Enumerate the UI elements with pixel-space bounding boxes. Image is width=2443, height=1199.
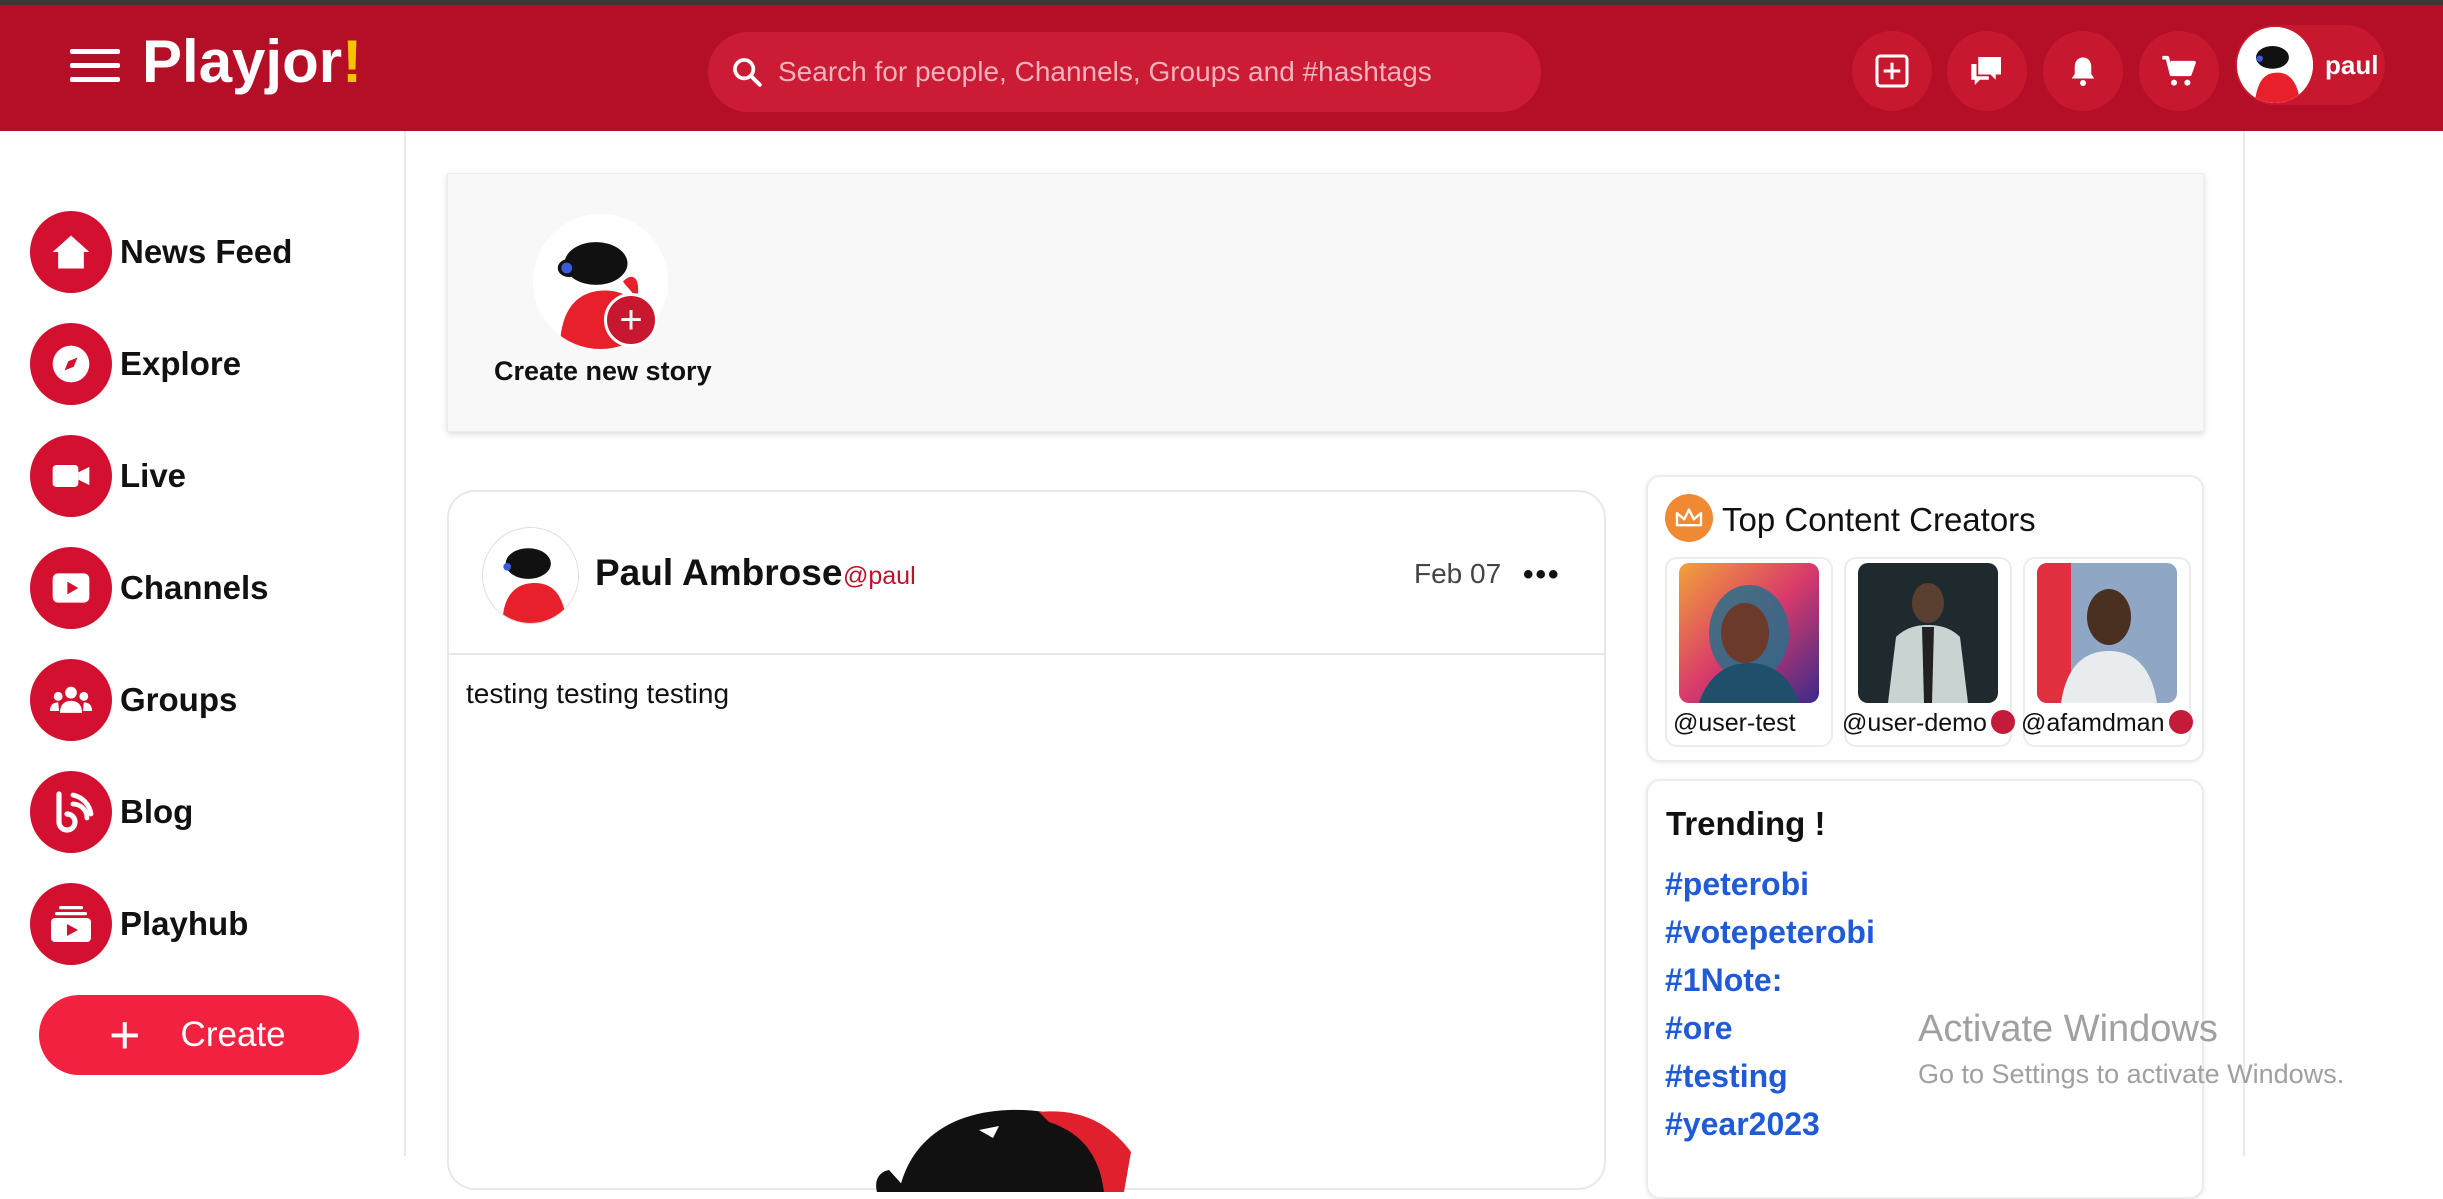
creator-card-user-test[interactable]: @user-test xyxy=(1665,557,1833,747)
sidebar-item-label: Channels xyxy=(120,569,269,606)
right-divider xyxy=(2243,131,2245,1156)
creator-photo xyxy=(1679,563,1819,703)
profile-menu[interactable]: paul xyxy=(2235,25,2385,105)
users-icon xyxy=(49,686,93,713)
panther-avatar-icon xyxy=(483,528,578,623)
plus-square-icon xyxy=(1875,54,1909,88)
sidebar-item-news-feed[interactable]: News Feed xyxy=(30,211,292,293)
avatar[interactable] xyxy=(482,527,579,624)
home-icon xyxy=(52,235,90,269)
sidebar-item-label: Live xyxy=(120,457,187,494)
blog-icon xyxy=(56,791,94,833)
creators-title: Top Content Creators xyxy=(1722,501,2036,538)
creator-handle: @user-test xyxy=(1673,709,1796,737)
creator-card-afamdman[interactable]: @afamdman xyxy=(2021,557,2193,747)
post-header: Paul Ambrose @paul Feb 07 ••• xyxy=(449,492,1604,655)
trending-tag[interactable]: #1Note: xyxy=(1665,962,1782,999)
create-story-label: Create new story xyxy=(494,356,712,386)
cart-button[interactable] xyxy=(2139,31,2219,111)
trending-tag[interactable]: #testing xyxy=(1665,1058,1788,1095)
username-label: paul xyxy=(2325,49,2379,80)
plus-icon: + xyxy=(619,298,643,342)
create-button[interactable]: + Create xyxy=(39,995,359,1075)
cart-icon xyxy=(2162,55,2196,86)
app-logo[interactable]: Playjor! xyxy=(142,27,362,97)
bell-icon xyxy=(2071,57,2095,86)
trending-tag[interactable]: #votepeterobi xyxy=(1665,914,1875,951)
sidebar-item-label: Explore xyxy=(120,345,242,382)
post-text: testing testing testing xyxy=(466,678,730,709)
creator-card-user-demo[interactable]: @user-demo xyxy=(1842,557,2015,747)
trending-tag[interactable]: #year2023 xyxy=(1665,1106,1820,1143)
create-post-button[interactable] xyxy=(1852,31,1932,111)
post-author[interactable]: Paul Ambrose xyxy=(595,552,842,594)
compass-icon xyxy=(52,345,90,383)
post-handle[interactable]: @paul xyxy=(843,562,916,591)
windows-activation-watermark: Activate Windows Go to Settings to activ… xyxy=(1918,1008,2344,1090)
creator-photo xyxy=(1858,563,1998,703)
trending-tag[interactable]: #ore xyxy=(1665,1010,1733,1047)
post-date: Feb 07 xyxy=(1414,558,1502,589)
sidebar-item-playhub[interactable]: Playhub xyxy=(30,883,248,965)
video-icon xyxy=(52,465,90,487)
trending-title: Trending ! xyxy=(1666,805,1826,842)
panther-avatar-icon xyxy=(2237,27,2313,103)
sidebar-item-live[interactable]: Live xyxy=(30,435,186,517)
trending-card: Trending ! #peterobi #votepeterobi #1Not… xyxy=(1646,779,2204,1199)
verified-badge-icon xyxy=(1990,710,2015,735)
sidebar-item-label: Groups xyxy=(120,681,238,718)
playhub-icon xyxy=(51,906,91,942)
plus-icon: + xyxy=(109,1005,141,1065)
sidebar-item-label: News Feed xyxy=(120,233,293,270)
menu-icon[interactable] xyxy=(70,47,120,83)
creator-photo xyxy=(2037,563,2177,703)
creator-handle: @user-demo xyxy=(1842,709,1987,737)
sidebar-item-label: Playhub xyxy=(120,905,249,942)
top-creators-card: Top Content Creators @user-test @user-de… xyxy=(1646,475,2204,762)
watermark-title: Activate Windows xyxy=(1918,1008,2218,1050)
crown-icon xyxy=(1665,494,1713,542)
stories-bar: + Create new story xyxy=(447,173,2204,432)
avatar xyxy=(2237,27,2313,103)
sidebar-item-blog[interactable]: Blog xyxy=(30,771,193,853)
chat-icon xyxy=(1971,57,2001,85)
post-card: Paul Ambrose @paul Feb 07 ••• testing te… xyxy=(447,490,1606,1192)
left-sidebar: News Feed Explore Live Channels Groups B… xyxy=(0,131,406,1156)
trending-tag[interactable]: #peterobi xyxy=(1665,866,1809,903)
add-story-button[interactable]: + xyxy=(604,293,658,347)
sidebar-item-groups[interactable]: Groups xyxy=(30,659,237,741)
post-image[interactable] xyxy=(869,1052,1189,1192)
notifications-button[interactable] xyxy=(2043,31,2123,111)
messages-button[interactable] xyxy=(1947,31,2027,111)
top-navbar: Playjor! paul xyxy=(0,5,2443,131)
play-icon xyxy=(52,573,90,603)
sidebar-item-explore[interactable]: Explore xyxy=(30,323,241,405)
verified-badge-icon xyxy=(2168,710,2193,735)
more-options-icon[interactable]: ••• xyxy=(1523,558,1561,592)
search-input[interactable] xyxy=(778,56,1518,88)
sidebar-item-channels[interactable]: Channels xyxy=(30,547,269,629)
create-button-label: Create xyxy=(180,1015,286,1054)
creator-handle: @afamdman xyxy=(2021,709,2165,737)
search-bar xyxy=(708,32,1541,112)
watermark-subtitle: Go to Settings to activate Windows. xyxy=(1918,1059,2345,1089)
sidebar-item-label: Blog xyxy=(120,793,194,830)
panther-image-icon xyxy=(876,1109,1131,1192)
search-icon xyxy=(733,58,762,87)
